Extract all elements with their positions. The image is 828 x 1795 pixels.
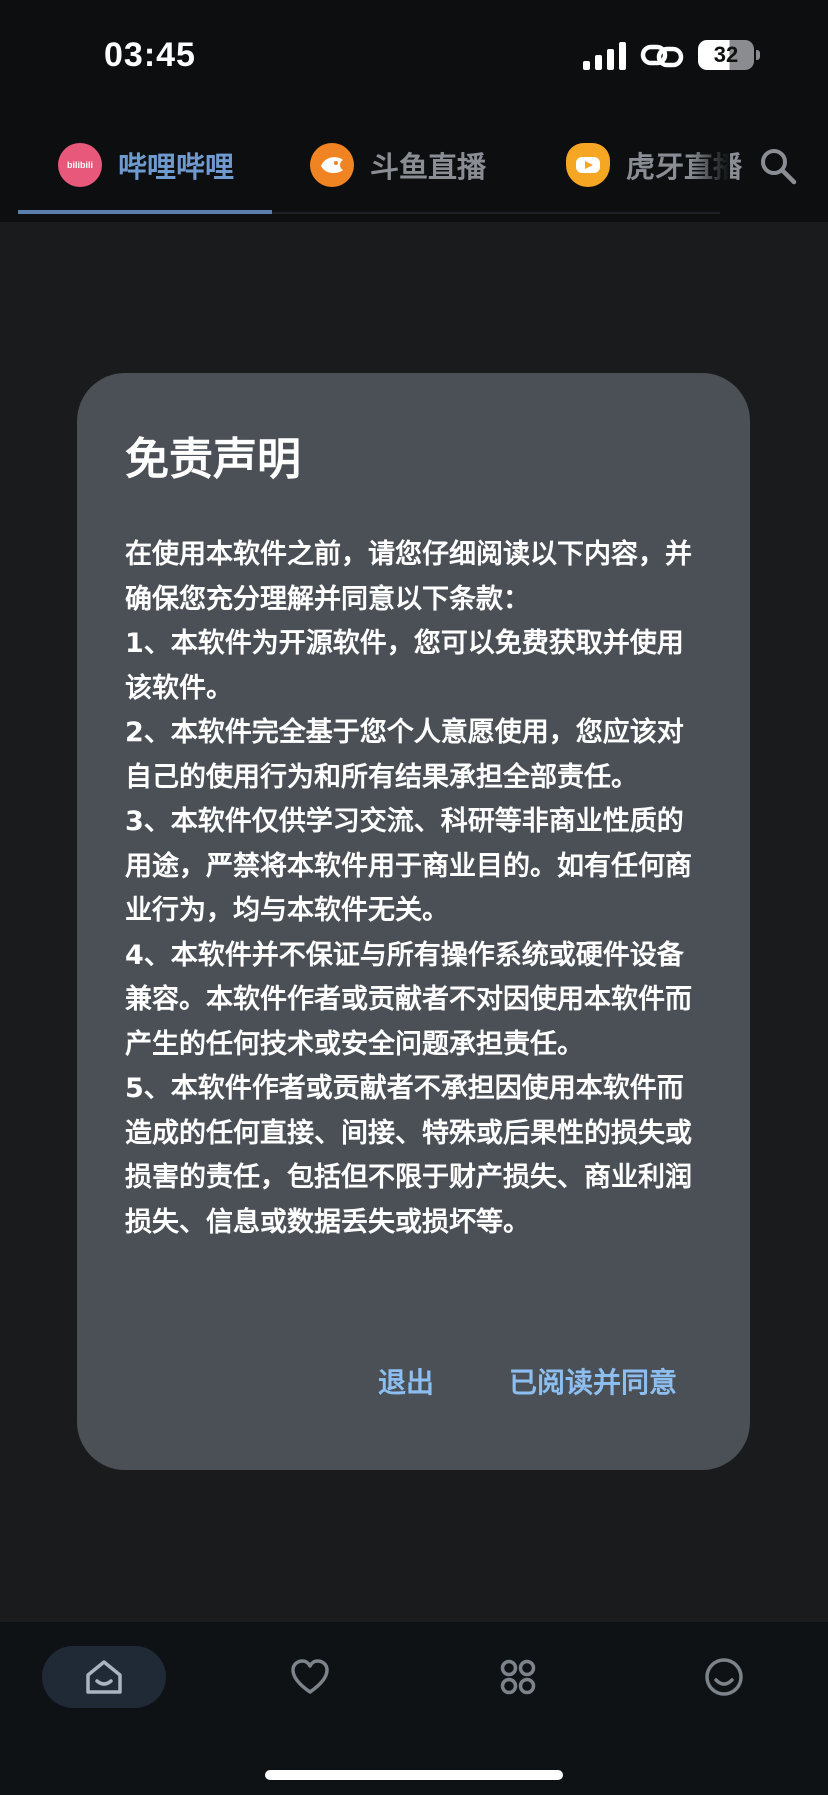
battery-icon: 32	[698, 40, 760, 70]
dialog-intro: 在使用本软件之前，请您仔细阅读以下内容，并确保您充分理解并同意以下条款：	[125, 539, 692, 615]
grid-icon	[500, 1659, 536, 1695]
active-tab-indicator	[18, 210, 272, 214]
dialog-clause-5: 5、本软件作者或贡献者不承担因使用本软件而造成的任何直接、间接、特殊或后果性的损…	[125, 1073, 692, 1238]
dialog-clause-1: 1、本软件为开源软件，您可以免费获取并使用该软件。	[125, 628, 684, 704]
status-time: 03:45	[104, 36, 196, 74]
tab-divider	[272, 212, 720, 214]
disclaimer-dialog: 免责声明 在使用本软件之前，请您仔细阅读以下内容，并确保您充分理解并同意以下条款…	[77, 373, 750, 1470]
signal-icon	[583, 42, 626, 70]
tab-label-douyu: 斗鱼直播	[370, 150, 487, 184]
smile-icon	[705, 1658, 743, 1696]
tab-scroll-fade	[690, 110, 730, 222]
battery-tip	[756, 50, 760, 60]
dialog-body[interactable]: 在使用本软件之前，请您仔细阅读以下内容，并确保您充分理解并同意以下条款： 1、本…	[125, 533, 700, 1268]
link-icon	[640, 44, 684, 68]
play-icon	[576, 157, 600, 173]
dialog-clause-3: 3、本软件仅供学习交流、科研等非商业性质的用途，严禁将本软件用于商业目的。如有任…	[125, 806, 692, 926]
exit-button[interactable]: 退出	[378, 1353, 434, 1413]
bilibili-logo-text: bilibili	[67, 160, 93, 170]
nav-categories[interactable]	[456, 1646, 580, 1708]
fish-icon	[321, 157, 343, 174]
dialog-title: 免责声明	[125, 434, 301, 485]
tab-label-bilibili: 哔哩哔哩	[118, 150, 235, 184]
home-indicator[interactable]	[265, 1770, 563, 1780]
nav-home[interactable]	[42, 1646, 166, 1708]
home-icon	[86, 1660, 122, 1694]
agree-button[interactable]: 已阅读并同意	[509, 1353, 677, 1413]
bilibili-logo-icon: bilibili	[58, 143, 102, 187]
douyu-logo-icon	[310, 143, 354, 187]
platform-tab-bar: bilibili 哔哩哔哩 斗鱼直播 虎牙直播	[0, 110, 828, 222]
status-bar: 03:45 32	[0, 0, 828, 110]
tab-bilibili[interactable]: bilibili 哔哩哔哩	[58, 140, 234, 190]
huya-logo-icon	[566, 143, 610, 187]
nav-profile[interactable]	[662, 1646, 786, 1708]
battery-level: 32	[713, 42, 739, 67]
dialog-clause-4: 4、本软件并不保证与所有操作系统或硬件设备兼容。本软件作者或贡献者不对因使用本软…	[125, 939, 692, 1060]
dialog-clause-2: 2、本软件完全基于您个人意愿使用，您应该对自己的使用行为和所有结果承担全部责任。	[125, 717, 684, 793]
heart-icon	[291, 1659, 329, 1694]
search-icon[interactable]	[758, 146, 798, 186]
nav-favorites[interactable]	[248, 1646, 372, 1708]
dialog-actions: 退出 已阅读并同意	[77, 1353, 750, 1413]
tab-douyu[interactable]: 斗鱼直播	[310, 140, 486, 190]
